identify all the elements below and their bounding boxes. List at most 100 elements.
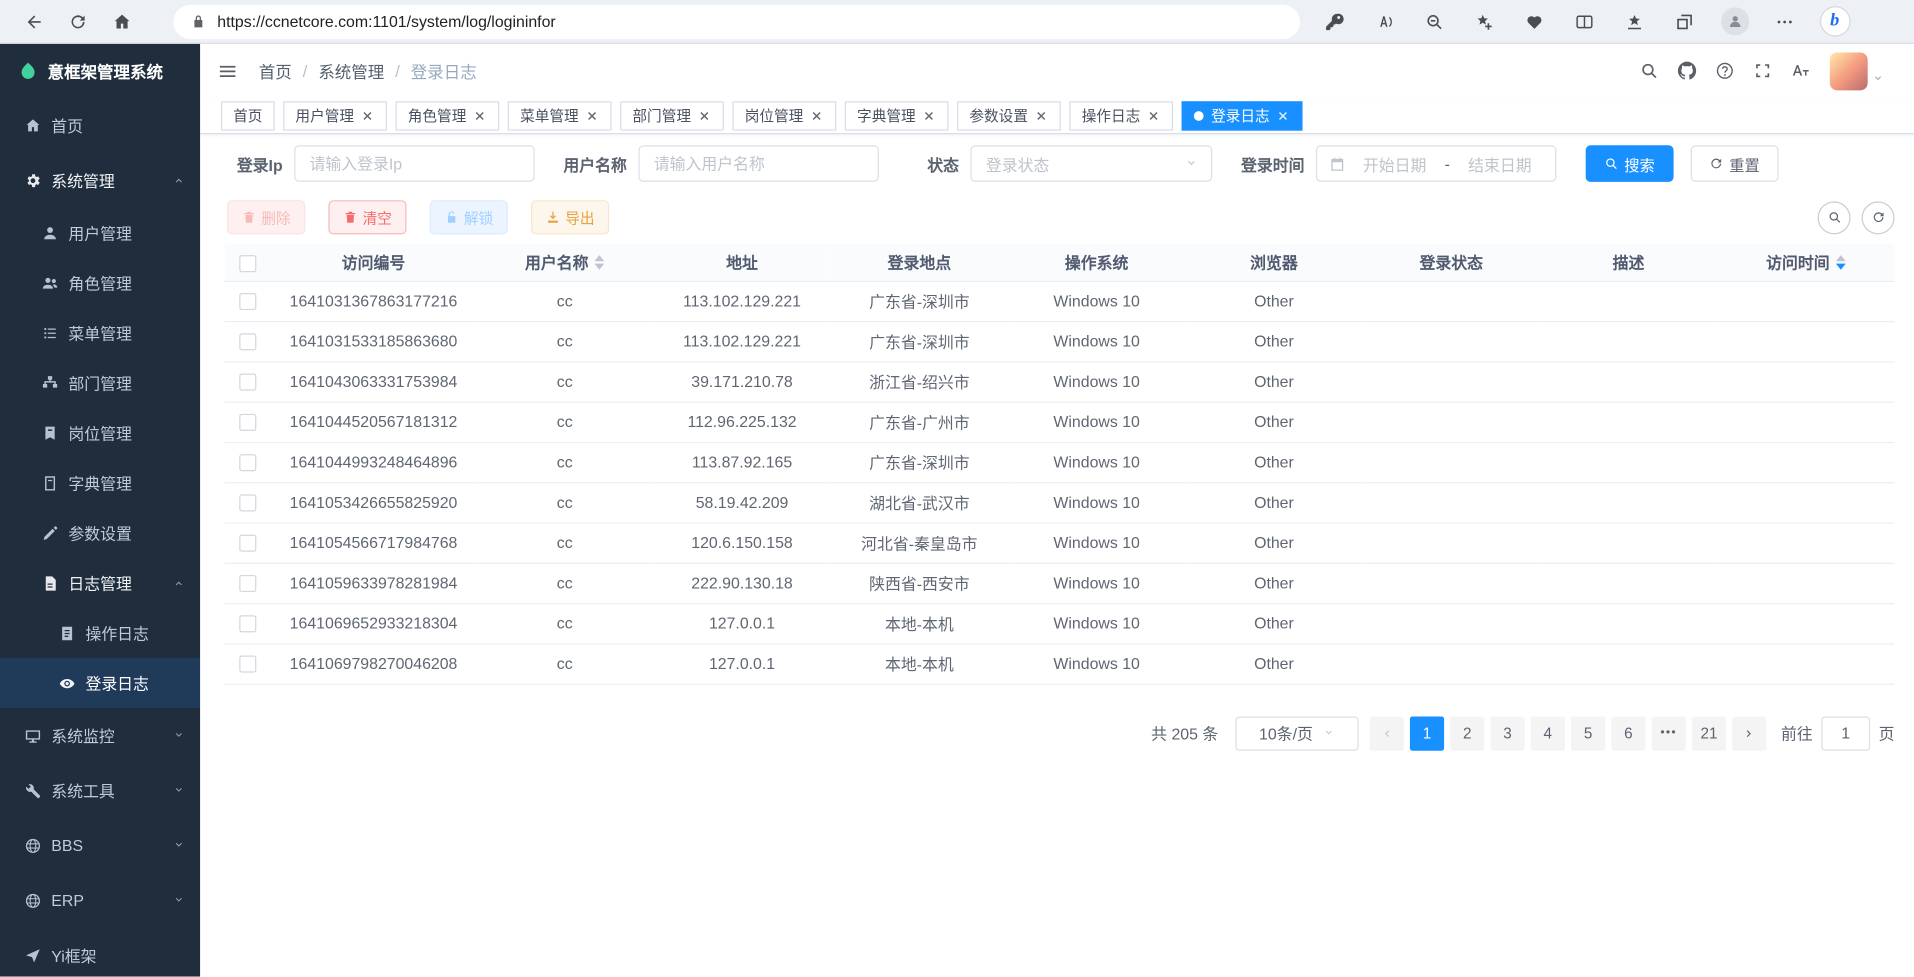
address-bar[interactable]: https://ccnetcore.com:1101/system/log/lo… — [173, 4, 1300, 38]
close-icon[interactable] — [1034, 108, 1049, 123]
sidebar-menu-item[interactable]: 角色管理 — [0, 258, 200, 308]
page-button[interactable]: 3 — [1490, 716, 1524, 750]
row-checkbox[interactable] — [239, 495, 256, 512]
breadcrumb-item[interactable]: 系统管理 — [318, 59, 384, 83]
tab-item[interactable]: 操作日志 — [1069, 101, 1173, 130]
reload-button[interactable] — [60, 3, 97, 40]
search-button[interactable]: 搜索 — [1585, 145, 1673, 182]
tab-item[interactable]: 部门管理 — [620, 101, 724, 130]
tab-item[interactable]: 登录日志 — [1182, 101, 1303, 130]
sidebar-menu-item[interactable]: 系统管理 — [0, 153, 200, 208]
page-button[interactable]: 1 — [1410, 716, 1444, 750]
copilot-button[interactable]: b — [1816, 3, 1853, 40]
sidebar-menu-item[interactable]: Yi框架 — [0, 928, 200, 977]
row-checkbox[interactable] — [239, 535, 256, 552]
more-button[interactable] — [1766, 3, 1803, 40]
close-icon[interactable] — [585, 108, 600, 123]
reset-button[interactable]: 重置 — [1690, 145, 1778, 182]
page-button[interactable]: 6 — [1611, 716, 1645, 750]
column-header[interactable]: 访问时间 — [1717, 244, 1894, 281]
login-time-range-picker[interactable]: 开始日期 - 结束日期 — [1315, 145, 1555, 182]
collections-button[interactable] — [1666, 3, 1703, 40]
tab-item[interactable]: 用户管理 — [283, 101, 387, 130]
sidebar-menu-item[interactable]: BBS — [0, 818, 200, 873]
more-pages-button[interactable]: ••• — [1652, 716, 1686, 750]
close-icon[interactable] — [360, 108, 375, 123]
sidebar-menu-item[interactable]: 操作日志 — [0, 608, 200, 658]
select-all-checkbox[interactable] — [239, 255, 256, 272]
tab-item[interactable]: 首页 — [221, 101, 275, 130]
delete-button[interactable]: 删除 — [227, 200, 305, 234]
page-size-select[interactable]: 10条/页 — [1235, 716, 1358, 750]
sidebar-menu-item[interactable]: 岗位管理 — [0, 408, 200, 458]
profile-button[interactable] — [1716, 3, 1753, 40]
sidebar-menu-item[interactable]: ERP — [0, 873, 200, 928]
hamburger-icon[interactable] — [217, 60, 238, 81]
sidebar-menu-item[interactable]: 登录日志 — [0, 658, 200, 708]
row-checkbox[interactable] — [239, 293, 256, 310]
sidebar-menu-item[interactable]: 系统监控 — [0, 708, 200, 763]
essentials-button[interactable] — [1516, 3, 1553, 40]
favorites-bar-button[interactable] — [1616, 3, 1653, 40]
read-aloud-button[interactable] — [1366, 3, 1403, 40]
row-checkbox[interactable] — [239, 374, 256, 391]
favorites-add-button[interactable] — [1466, 3, 1503, 40]
export-button[interactable]: 导出 — [531, 200, 609, 234]
row-checkbox[interactable] — [239, 616, 256, 633]
tab-item[interactable]: 字典管理 — [845, 101, 949, 130]
page-button[interactable]: 5 — [1571, 716, 1605, 750]
page-button[interactable]: 21 — [1692, 716, 1726, 750]
split-screen-button[interactable] — [1566, 3, 1603, 40]
row-checkbox[interactable] — [239, 656, 256, 673]
chevron-down-icon[interactable] — [1871, 71, 1884, 84]
font-size-button[interactable] — [1791, 61, 1811, 81]
row-checkbox[interactable] — [239, 454, 256, 471]
page-button[interactable]: 4 — [1531, 716, 1565, 750]
fullscreen-button[interactable] — [1753, 61, 1773, 81]
back-button[interactable] — [16, 3, 53, 40]
sidebar-menu-item[interactable]: 系统工具 — [0, 763, 200, 818]
sort-carets[interactable] — [595, 255, 605, 270]
row-checkbox[interactable] — [239, 414, 256, 431]
status-select[interactable]: 登录状态 — [970, 145, 1212, 182]
row-checkbox[interactable] — [239, 334, 256, 351]
sidebar-menu-item[interactable]: 日志管理 — [0, 558, 200, 608]
sidebar-menu-item[interactable]: 用户管理 — [0, 208, 200, 258]
close-icon[interactable] — [809, 108, 824, 123]
login-ip-input[interactable] — [294, 145, 534, 182]
tab-item[interactable]: 角色管理 — [396, 101, 500, 130]
close-icon[interactable] — [472, 108, 487, 123]
close-icon[interactable] — [1146, 108, 1161, 123]
sort-carets[interactable] — [1836, 255, 1846, 270]
key-button[interactable] — [1316, 3, 1353, 40]
refresh-table-button[interactable] — [1862, 201, 1895, 234]
breadcrumb-item[interactable]: 首页 — [259, 59, 292, 83]
user-name-input[interactable] — [638, 145, 878, 182]
github-button[interactable] — [1677, 61, 1697, 81]
close-icon[interactable] — [922, 108, 937, 123]
zoom-button[interactable] — [1416, 3, 1453, 40]
show-search-button[interactable] — [1818, 201, 1851, 234]
page-button[interactable]: 2 — [1450, 716, 1484, 750]
next-page-button[interactable] — [1732, 716, 1766, 750]
prev-page-button[interactable] — [1370, 716, 1404, 750]
close-icon[interactable] — [697, 108, 712, 123]
unlock-button[interactable]: 解锁 — [430, 200, 508, 234]
home-button[interactable] — [104, 3, 141, 40]
sidebar-menu-item[interactable]: 首页 — [0, 98, 200, 153]
clear-button[interactable]: 清空 — [328, 200, 406, 234]
sidebar-menu-item[interactable]: 字典管理 — [0, 458, 200, 508]
user-avatar[interactable] — [1830, 52, 1868, 90]
close-icon[interactable] — [1276, 108, 1291, 123]
tab-item[interactable]: 参数设置 — [957, 101, 1061, 130]
sidebar-menu-item[interactable]: 部门管理 — [0, 358, 200, 408]
sidebar-menu-item[interactable]: 参数设置 — [0, 508, 200, 558]
sidebar-menu-item[interactable]: 菜单管理 — [0, 308, 200, 358]
tab-item[interactable]: 岗位管理 — [733, 101, 837, 130]
row-checkbox[interactable] — [239, 575, 256, 592]
page-jump-input[interactable] — [1821, 716, 1870, 750]
column-header[interactable]: 用户名称 — [476, 244, 653, 281]
tab-item[interactable]: 菜单管理 — [508, 101, 612, 130]
search-button[interactable] — [1639, 61, 1659, 81]
question-button[interactable] — [1715, 61, 1735, 81]
